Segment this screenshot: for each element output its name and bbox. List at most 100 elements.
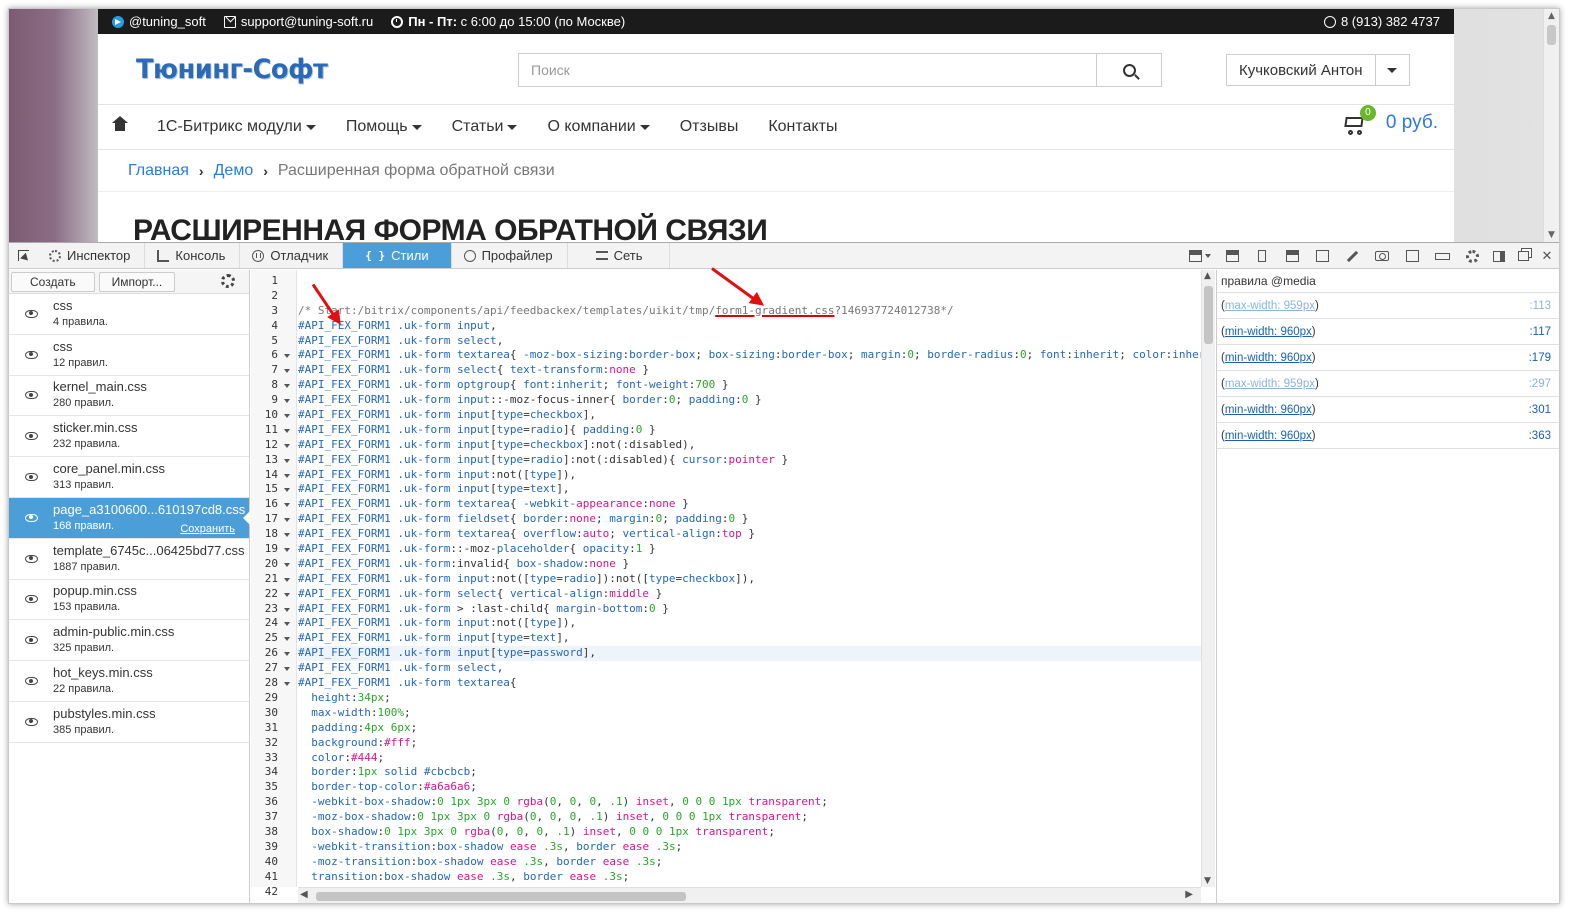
fold-toggle-icon[interactable] [284, 428, 290, 433]
fold-toggle-icon[interactable] [284, 682, 290, 687]
fold-toggle-icon[interactable] [284, 384, 290, 389]
media-rule-row[interactable]: (max-width: 959px):297 [1217, 371, 1559, 397]
media-condition-link[interactable]: max-width: 959px [1225, 378, 1315, 390]
stylesheet-item[interactable]: css 12 правил. [9, 335, 249, 376]
rulers-button[interactable] [1397, 243, 1427, 269]
code-line[interactable]: #API_FEX_FORM1 .uk-form input[type=text]… [298, 631, 1201, 646]
media-rule-row[interactable]: (min-width: 960px):301 [1217, 397, 1559, 423]
fold-toggle-icon[interactable] [284, 577, 290, 582]
scrollbar-thumb[interactable] [1547, 25, 1556, 45]
split-console-button[interactable] [1217, 243, 1247, 269]
toggle-visibility-button[interactable] [9, 636, 53, 645]
code-line[interactable]: #API_FEX_FORM1 .uk-form textarea{ overfl… [298, 527, 1201, 542]
code-line[interactable]: color:#444; [298, 751, 1201, 766]
code-line[interactable]: -moz-transition:box-shadow ease .3s, bor… [298, 855, 1201, 870]
code-line[interactable]: #API_FEX_FORM1 .uk-form textarea{ -webki… [298, 497, 1201, 512]
media-rule-line-link[interactable]: :297 [1529, 378, 1551, 390]
code-line[interactable]: #API_FEX_FORM1 .uk-form:invalid{ box-sha… [298, 557, 1201, 572]
fold-toggle-icon[interactable] [284, 637, 290, 642]
fold-toggle-icon[interactable] [284, 548, 290, 553]
stylesheet-item[interactable]: page_a3100600...610197cd8.css 168 правил.… [9, 497, 250, 539]
tab-inspector[interactable]: Инспектор [37, 243, 146, 268]
media-rule-row[interactable]: (max-width: 959px):113 [1217, 293, 1559, 319]
media-rule-row[interactable]: (min-width: 960px):363 [1217, 423, 1559, 449]
search-button[interactable] [1096, 53, 1162, 87]
create-stylesheet-button[interactable]: Создать [11, 271, 95, 292]
fold-toggle-icon[interactable] [284, 533, 290, 538]
tab-network[interactable]: Сеть [568, 243, 670, 268]
media-rule-line-link[interactable]: :363 [1529, 430, 1551, 442]
fold-toggle-icon[interactable] [284, 592, 290, 597]
nav-home[interactable] [98, 116, 142, 133]
nav-contacts[interactable]: Контакты [753, 118, 852, 136]
tab-style-editor[interactable]: { } Стили [343, 243, 452, 268]
code-line[interactable]: #API_FEX_FORM1 .uk-form input[type=text]… [298, 482, 1201, 497]
scroll-right-icon[interactable]: ▶ [1185, 889, 1193, 900]
code-line[interactable]: height:34px; [298, 691, 1201, 706]
scrollbar-thumb[interactable] [1204, 286, 1213, 344]
code-line[interactable]: #API_FEX_FORM1 .uk-form select{ text-tra… [298, 363, 1201, 378]
scroll-left-icon[interactable]: ◀ [300, 889, 308, 900]
stylesheet-item[interactable]: css 4 правила. [9, 294, 249, 335]
code-line[interactable]: #API_FEX_FORM1 .uk-form input:not([type]… [298, 468, 1201, 483]
media-condition-link[interactable]: min-width: 960px [1225, 326, 1312, 338]
dock-side-button[interactable] [1487, 243, 1511, 269]
code-line[interactable]: -webkit-transition:box-shadow ease .3s, … [298, 840, 1201, 855]
fold-toggle-icon[interactable] [284, 443, 290, 448]
scroll-down-icon[interactable]: ▼ [1204, 876, 1211, 886]
code-line[interactable]: #API_FEX_FORM1 .uk-form fieldset{ border… [298, 512, 1201, 527]
tab-debugger[interactable]: Отладчик [240, 243, 344, 268]
gear-icon[interactable] [221, 274, 235, 288]
fold-toggle-icon[interactable] [284, 562, 290, 567]
code-line[interactable]: #API_FEX_FORM1 .uk-form input[type=radio… [298, 423, 1201, 438]
code-line[interactable]: border-top-color:#a6a6a6; [298, 780, 1201, 795]
code-line[interactable]: -webkit-box-shadow:0 1px 3px 0 rgba(0, 0… [298, 795, 1201, 810]
code-line[interactable]: #API_FEX_FORM1 .uk-form textarea{ [298, 676, 1201, 691]
code-area[interactable]: /* Start:/bitrix/components/api/feedback… [298, 270, 1201, 887]
toggle-visibility-button[interactable] [9, 717, 53, 726]
fold-toggle-icon[interactable] [284, 369, 290, 374]
telegram-link[interactable]: @tuning_soft [112, 14, 206, 29]
scroll-down-icon[interactable]: ▼ [1544, 228, 1559, 242]
media-rule-row[interactable]: (min-width: 960px):179 [1217, 345, 1559, 371]
code-line[interactable]: #API_FEX_FORM1 .uk-form::-moz-placeholde… [298, 542, 1201, 557]
fold-toggle-icon[interactable] [284, 667, 290, 672]
code-line[interactable]: #API_FEX_FORM1 .uk-form input::-moz-focu… [298, 393, 1201, 408]
scrollbar-thumb[interactable] [316, 892, 686, 901]
code-line[interactable]: #API_FEX_FORM1 .uk-form input[type=check… [298, 408, 1201, 423]
code-line[interactable]: #API_FEX_FORM1 .uk-form optgroup{ font:i… [298, 378, 1201, 393]
fold-toggle-icon[interactable] [284, 354, 290, 359]
paintbrush-button[interactable] [1247, 243, 1277, 269]
media-condition-link[interactable]: min-width: 960px [1225, 404, 1312, 416]
code-line[interactable]: -moz-box-shadow:0 1px 3px 0 rgba(0, 0, 0… [298, 810, 1201, 825]
code-line[interactable]: #API_FEX_FORM1 .uk-form input[type=passw… [298, 646, 1201, 662]
code-line[interactable]: padding:4px 6px; [298, 721, 1201, 736]
fold-toggle-icon[interactable] [284, 652, 290, 657]
code-line[interactable]: transition:box-shadow ease .3s, border e… [298, 870, 1201, 885]
stylesheet-item[interactable]: popup.min.css 153 правила. [9, 580, 249, 621]
stylesheet-item[interactable]: sticker.min.css 232 правила. [9, 416, 249, 458]
phone-link[interactable]: 8 (913) 382 4737 [1323, 14, 1440, 29]
devtools-settings-button[interactable] [1457, 243, 1487, 269]
import-stylesheet-button[interactable]: Импорт... [98, 271, 176, 292]
frame-select-button[interactable] [1183, 243, 1217, 269]
toggle-visibility-button[interactable] [9, 350, 53, 359]
editor-horizontal-scrollbar[interactable]: ◀ ▶ [298, 887, 1201, 903]
code-line[interactable]: /* Start:/bitrix/components/api/feedback… [298, 304, 1201, 319]
css-code-editor[interactable]: 1 2 3 4 5 6 7 8 9 10 11 12 13 14 15 16 17 18 19 20 21 22 23 24 2… [251, 270, 1215, 903]
fold-toggle-icon[interactable] [284, 458, 290, 463]
code-line[interactable] [298, 274, 1201, 289]
code-line[interactable]: #API_FEX_FORM1 .uk-form select, [298, 334, 1201, 349]
toggle-visibility-button[interactable] [9, 513, 53, 522]
undock-button[interactable] [1511, 243, 1535, 269]
site-logo[interactable]: Тюнинг-Софт [136, 54, 328, 85]
nav-help[interactable]: Помощь [331, 118, 437, 136]
responsive-mode-button[interactable] [1307, 243, 1337, 269]
stylesheet-item[interactable]: pubstyles.min.css 385 правил. [9, 702, 249, 743]
scratchpad-button[interactable] [1277, 243, 1307, 269]
code-line[interactable]: #API_FEX_FORM1 .uk-form > :last-child{ m… [298, 602, 1201, 617]
tab-profiler[interactable]: Профайлер [452, 243, 568, 268]
email-link[interactable]: support@tuning-soft.ru [223, 14, 373, 29]
fold-toggle-icon[interactable] [284, 488, 290, 493]
toggle-visibility-button[interactable] [9, 677, 53, 686]
